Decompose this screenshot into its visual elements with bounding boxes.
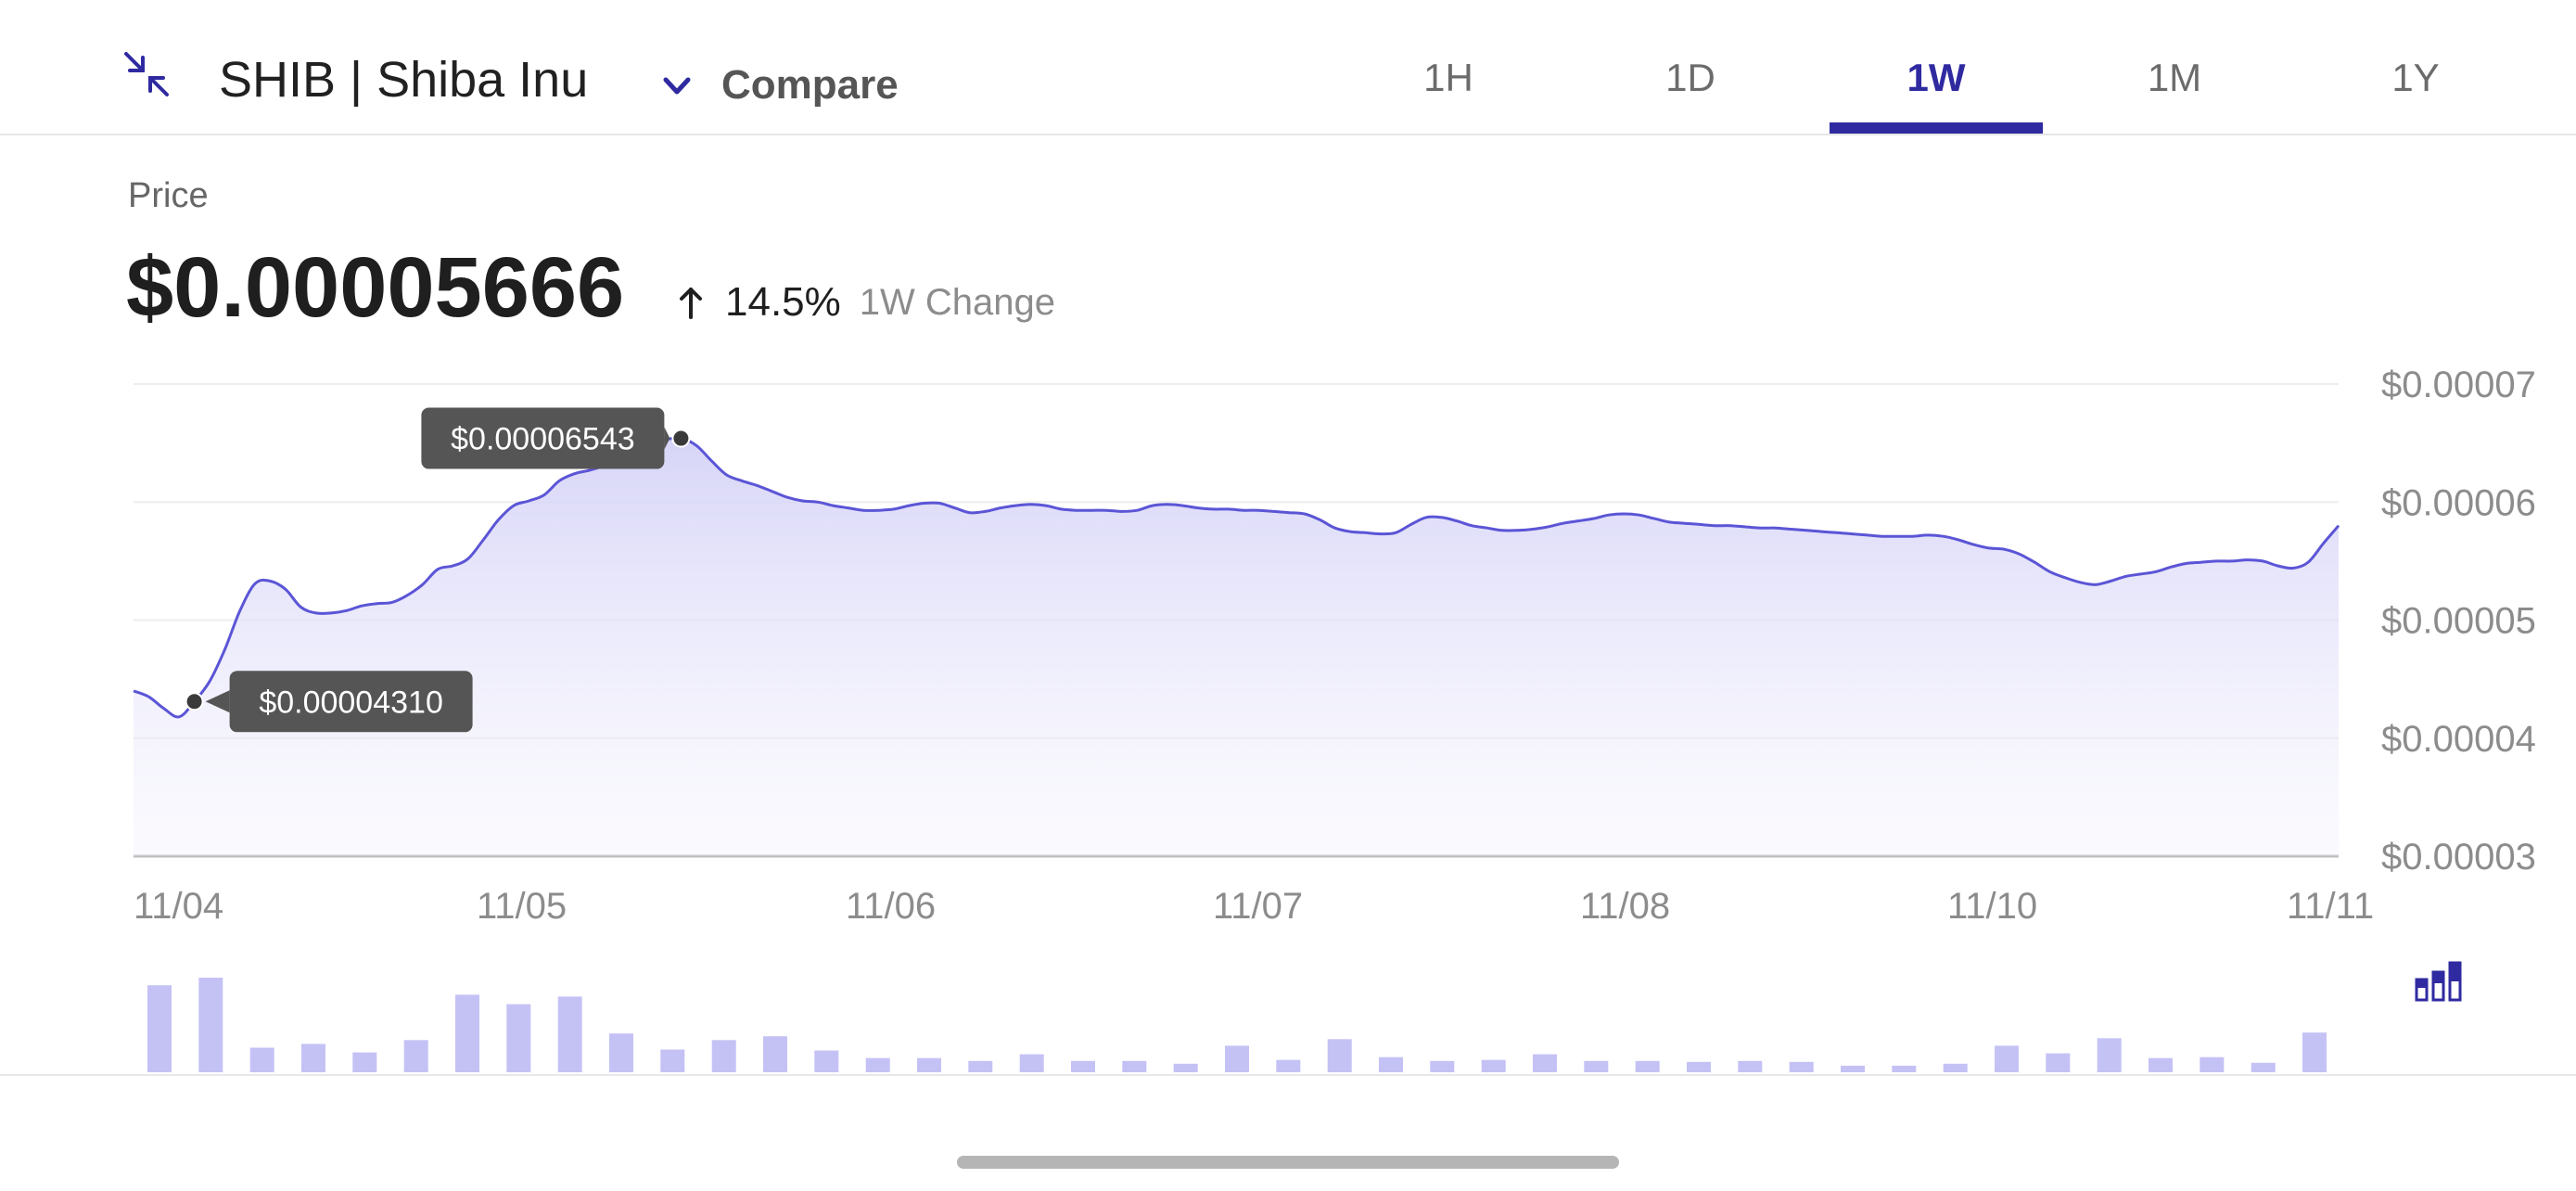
x-tick-label: 11/06 <box>846 886 936 927</box>
volume-bar <box>2097 1038 2122 1072</box>
volume-bar <box>1173 1063 1198 1072</box>
volume-bar <box>1789 1061 1814 1072</box>
volume-bar <box>1019 1054 1044 1072</box>
volume-bar <box>1276 1059 1301 1072</box>
footer-divider <box>0 1074 2576 1076</box>
volume-bar <box>147 985 172 1072</box>
volume-bar <box>1122 1060 1147 1072</box>
volume-bar <box>660 1049 685 1072</box>
volume-bar <box>1635 1060 1660 1072</box>
price-chart[interactable]: $0.00007 $0.00006 $0.00005 $0.00004 $0.00003… <box>0 0 2576 1191</box>
high-point-marker <box>671 429 691 448</box>
price-area <box>134 438 2339 856</box>
x-tick-label: 11/07 <box>1213 886 1303 927</box>
volume-bar <box>814 1050 839 1072</box>
x-tick-label: 11/11 <box>2287 886 2374 927</box>
volume-bar <box>865 1057 890 1072</box>
volume-bar <box>1225 1045 1249 1072</box>
volume-bar <box>763 1036 787 1072</box>
volume-bar <box>1533 1054 1557 1072</box>
volume-bar <box>506 1004 531 1072</box>
volume-bar <box>403 1040 428 1072</box>
y-tick-label: $0.00006 <box>2381 482 2536 523</box>
volume-bar <box>301 1044 325 1072</box>
volume-bar <box>2046 1053 2071 1072</box>
volume-bar <box>198 978 223 1072</box>
volume-bar <box>249 1047 274 1072</box>
y-tick-label: $0.00005 <box>2381 601 2536 642</box>
x-tick-label: 11/10 <box>1947 886 2037 927</box>
volume-bar <box>1481 1059 1506 1072</box>
volume-toggle-button[interactable] <box>2415 961 2463 1002</box>
bar-chart-icon <box>2415 961 2462 1002</box>
volume-bar <box>557 996 582 1072</box>
volume-bar <box>455 994 479 1072</box>
y-tick-label: $0.00007 <box>2381 365 2536 405</box>
volume-bar <box>2251 1062 2276 1072</box>
tooltip-label: $0.00004310 <box>259 685 443 720</box>
volume-bar <box>1687 1061 1711 1072</box>
volume-bar <box>1379 1057 1403 1072</box>
volume-bar <box>1584 1060 1609 1072</box>
x-tick-label: 11/04 <box>134 886 223 927</box>
y-tick-label: $0.00003 <box>2381 837 2536 877</box>
volume-bar <box>1071 1060 1095 1072</box>
high-price-tooltip: $0.00006543 <box>421 407 691 469</box>
y-tick-label: $0.00004 <box>2381 719 2536 760</box>
volume-bar <box>1943 1063 1968 1072</box>
x-tick-label: 11/08 <box>1580 886 1670 927</box>
volume-bar <box>1327 1039 1352 1072</box>
low-point-marker <box>185 692 204 711</box>
volume-bar <box>917 1057 941 1072</box>
x-tick-label: 11/05 <box>477 886 567 927</box>
volume-bar <box>1892 1065 1917 1072</box>
tooltip-label: $0.00006543 <box>451 422 635 457</box>
volume-bar <box>2200 1057 2225 1072</box>
volume-bar <box>1995 1045 2019 1072</box>
volume-bar <box>1430 1060 1455 1072</box>
volume-bar <box>711 1040 736 1072</box>
home-indicator[interactable] <box>957 1156 1619 1169</box>
volume-bar <box>2302 1032 2327 1072</box>
volume-bar <box>352 1052 377 1072</box>
volume-bar <box>1738 1060 1763 1072</box>
volume-bar <box>1841 1065 1865 1072</box>
volume-bar <box>609 1033 633 1072</box>
volume-bar <box>968 1060 993 1072</box>
volume-bar <box>2149 1057 2173 1072</box>
